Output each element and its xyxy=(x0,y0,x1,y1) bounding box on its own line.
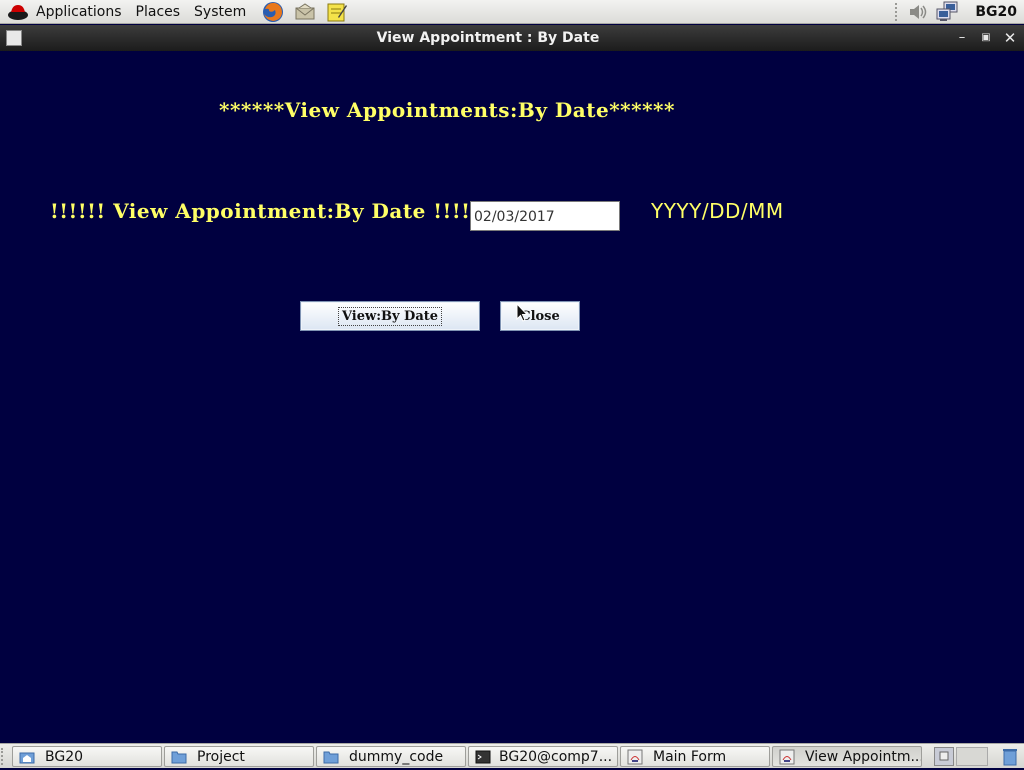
show-desktop-icon[interactable] xyxy=(1,748,7,765)
menu-places[interactable]: Places xyxy=(129,0,188,24)
menu-applications[interactable]: Applications xyxy=(34,0,129,24)
menu-system[interactable]: System xyxy=(187,0,253,24)
taskbar-item-label: View Appointm... xyxy=(805,748,922,765)
date-input[interactable] xyxy=(470,201,620,231)
taskbar-item-dummy-code[interactable]: dummy_code xyxy=(316,746,466,767)
firefox-icon[interactable] xyxy=(261,1,285,23)
close-window-icon[interactable]: ✕ xyxy=(1001,29,1019,47)
view-by-date-button[interactable]: View:By Date xyxy=(300,301,480,331)
workspace-1-icon[interactable] xyxy=(934,747,954,766)
text-editor-icon[interactable] xyxy=(325,1,349,23)
user-label[interactable]: BG20 xyxy=(969,4,1024,20)
trash-icon[interactable] xyxy=(1000,747,1020,766)
taskbar-item-terminal[interactable]: BG20@comp7... xyxy=(468,746,618,767)
network-icon[interactable] xyxy=(935,1,959,23)
taskbar-item-label: Project xyxy=(197,748,245,765)
window-title: View Appointment : By Date xyxy=(376,30,600,46)
bottom-panel: BG20 Project dummy_code BG20@comp7... Ma… xyxy=(0,743,1024,768)
mouse-cursor-icon xyxy=(516,303,528,322)
home-folder-icon xyxy=(19,752,35,763)
panel-separator xyxy=(895,3,899,21)
mail-icon[interactable] xyxy=(293,1,317,23)
taskbar-item-label: BG20 xyxy=(45,748,84,765)
maximize-icon[interactable]: ▣ xyxy=(977,29,995,47)
date-format-hint: YYYY/DD/MM xyxy=(651,199,784,223)
redhat-logo-icon[interactable] xyxy=(6,1,30,23)
volume-icon[interactable] xyxy=(907,2,929,22)
form-content: ******View Appointments:By Date****** !!… xyxy=(0,51,1024,743)
taskbar-item-label: BG20@comp7... xyxy=(499,748,613,765)
close-button[interactable]: Close xyxy=(500,301,580,331)
taskbar-item-bg20[interactable]: BG20 xyxy=(12,746,162,767)
taskbar-item-label: dummy_code xyxy=(349,748,444,765)
form-heading: ******View Appointments:By Date****** xyxy=(219,98,675,122)
taskbar-item-main-form[interactable]: Main Form xyxy=(620,746,770,767)
date-label: !!!!!! View Appointment:By Date !!!!!! xyxy=(50,199,489,223)
taskbar-item-label: Main Form xyxy=(653,748,727,765)
view-by-date-label: View:By Date xyxy=(337,306,443,326)
folder-icon xyxy=(323,751,339,763)
taskbar-item-project[interactable]: Project xyxy=(164,746,314,767)
taskbar-item-view-appointment[interactable]: View Appointm... xyxy=(772,746,922,767)
minimize-icon[interactable]: – xyxy=(953,29,971,47)
terminal-icon xyxy=(475,750,491,763)
workspace-2-icon[interactable] xyxy=(956,747,988,766)
folder-icon xyxy=(171,751,187,763)
java-app-icon xyxy=(779,749,795,764)
window-titlebar[interactable]: View Appointment : By Date – ▣ ✕ xyxy=(0,25,1024,51)
top-panel: Applications Places System BG20 xyxy=(0,0,1024,24)
java-app-icon xyxy=(627,749,643,764)
